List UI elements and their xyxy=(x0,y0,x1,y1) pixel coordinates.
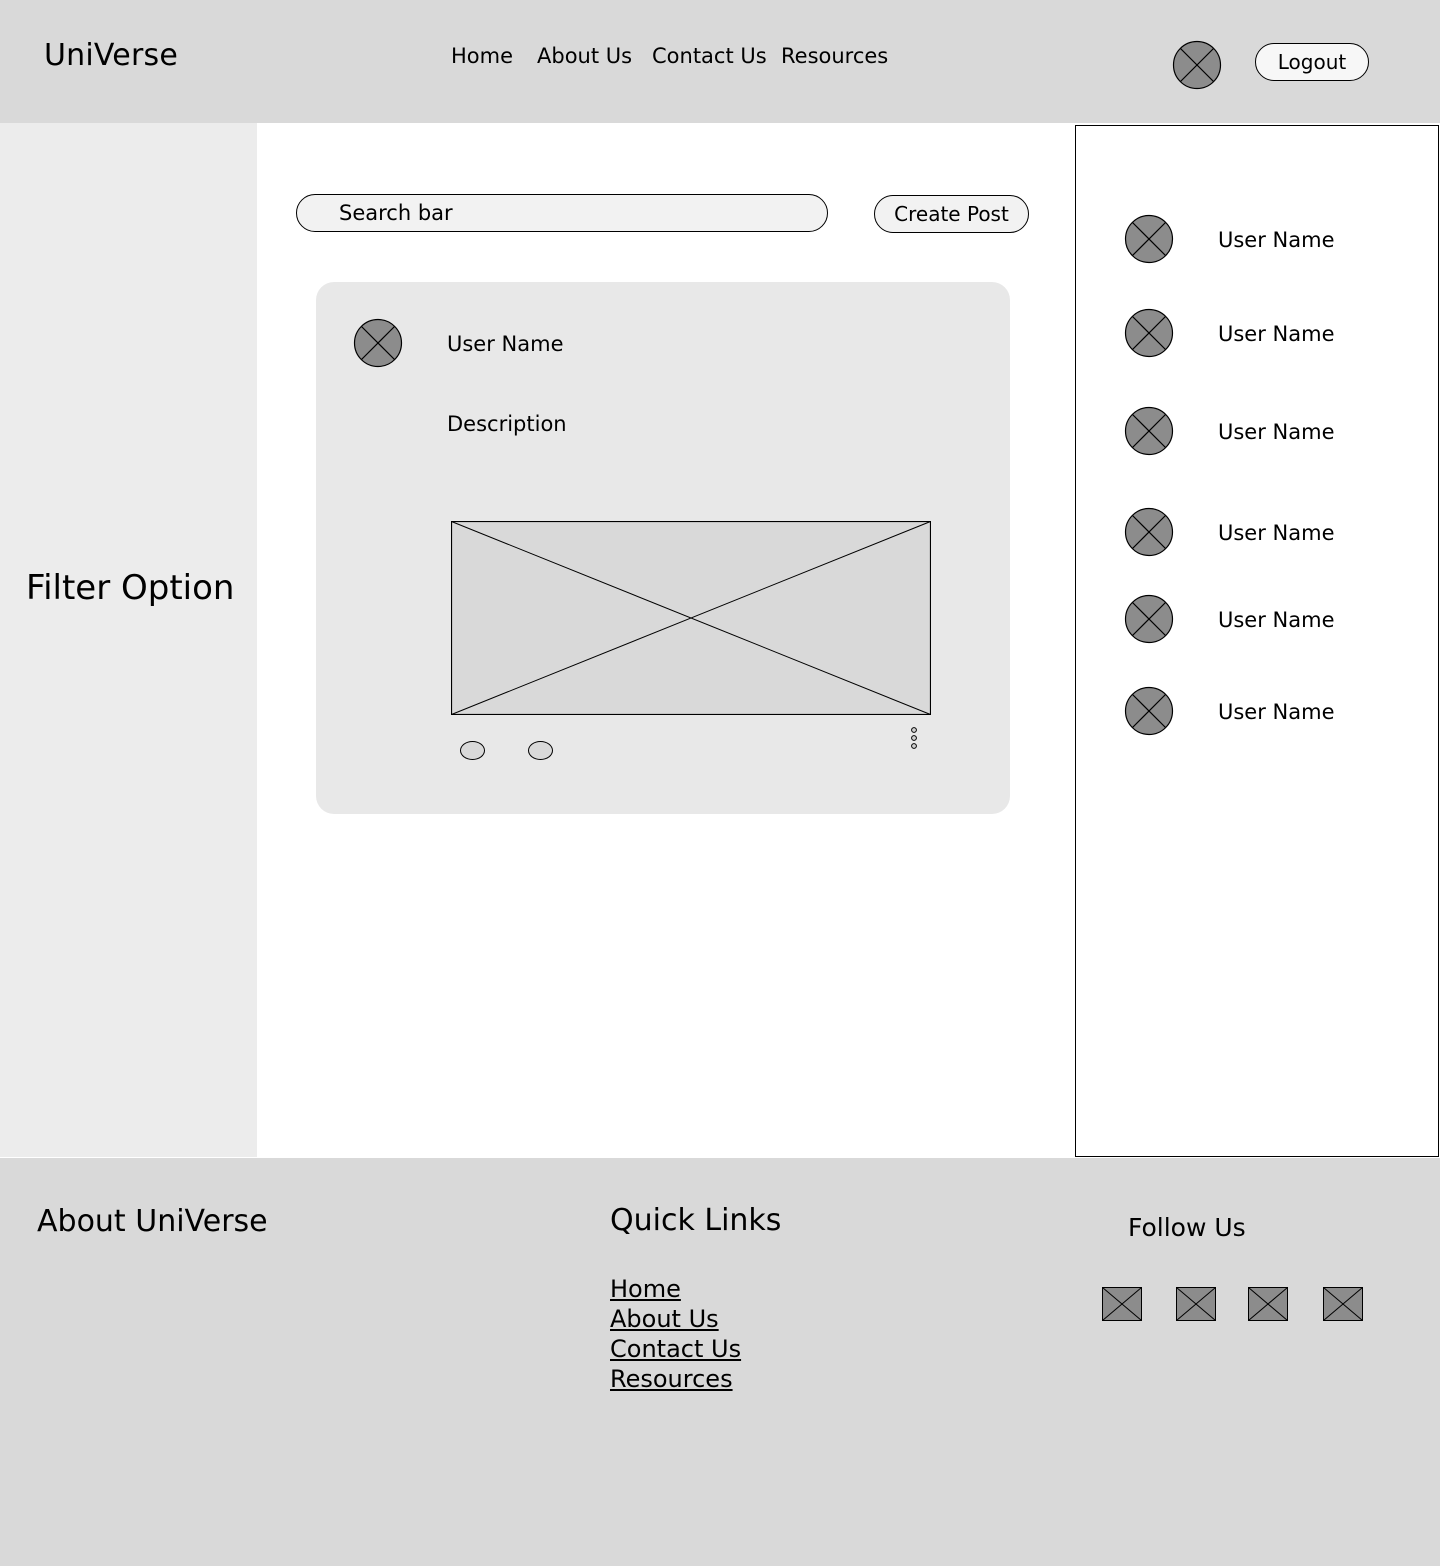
user-list-item-name[interactable]: User Name xyxy=(1218,608,1335,632)
user-list-item-name[interactable]: User Name xyxy=(1218,700,1335,724)
nav-resources[interactable]: Resources xyxy=(781,44,888,68)
footer-link-about-us[interactable]: About Us xyxy=(610,1305,719,1333)
search-input[interactable]: Search bar xyxy=(296,194,828,232)
comment-reaction-button[interactable] xyxy=(528,741,553,760)
user-avatar-icon[interactable] xyxy=(1124,308,1174,358)
user-list-item-name[interactable]: User Name xyxy=(1218,420,1335,444)
social-icon[interactable] xyxy=(1176,1287,1216,1325)
social-icon[interactable] xyxy=(1102,1287,1142,1325)
brand-logo[interactable]: UniVerse xyxy=(44,38,178,73)
nav-contact-us[interactable]: Contact Us xyxy=(652,44,767,68)
create-post-button[interactable]: Create Post xyxy=(874,195,1029,233)
more-options-icon[interactable] xyxy=(906,725,922,751)
footer-link-contact-us[interactable]: Contact Us xyxy=(610,1335,741,1363)
footer-link-home[interactable]: Home xyxy=(610,1275,681,1303)
logout-button[interactable]: Logout xyxy=(1255,43,1369,81)
like-reaction-button[interactable] xyxy=(460,741,485,760)
social-icon[interactable] xyxy=(1323,1287,1363,1325)
user-avatar-icon[interactable] xyxy=(1124,507,1174,557)
footer-link-resources[interactable]: Resources xyxy=(610,1365,733,1393)
user-list-item-name[interactable]: User Name xyxy=(1218,322,1335,346)
profile-avatar-icon[interactable] xyxy=(1172,40,1222,90)
user-avatar-icon[interactable] xyxy=(1124,594,1174,644)
nav-about-us[interactable]: About Us xyxy=(537,44,632,68)
footer-follow-title: Follow Us xyxy=(1128,1213,1246,1242)
footer-about-title: About UniVerse xyxy=(37,1204,268,1239)
filter-option-label[interactable]: Filter Option xyxy=(26,568,234,608)
social-icon[interactable] xyxy=(1248,1287,1288,1325)
post-image-placeholder xyxy=(450,520,932,719)
filter-panel xyxy=(0,123,257,1157)
user-list-item-name[interactable]: User Name xyxy=(1218,521,1335,545)
post-avatar-icon[interactable] xyxy=(353,318,403,368)
user-avatar-icon[interactable] xyxy=(1124,406,1174,456)
user-avatar-icon[interactable] xyxy=(1124,214,1174,264)
post-description: Description xyxy=(447,412,567,436)
post-user-name[interactable]: User Name xyxy=(447,332,564,356)
footer-quick-links-title: Quick Links xyxy=(610,1203,782,1238)
nav-home[interactable]: Home xyxy=(451,44,513,68)
user-avatar-icon[interactable] xyxy=(1124,686,1174,736)
user-list-item-name[interactable]: User Name xyxy=(1218,228,1335,252)
